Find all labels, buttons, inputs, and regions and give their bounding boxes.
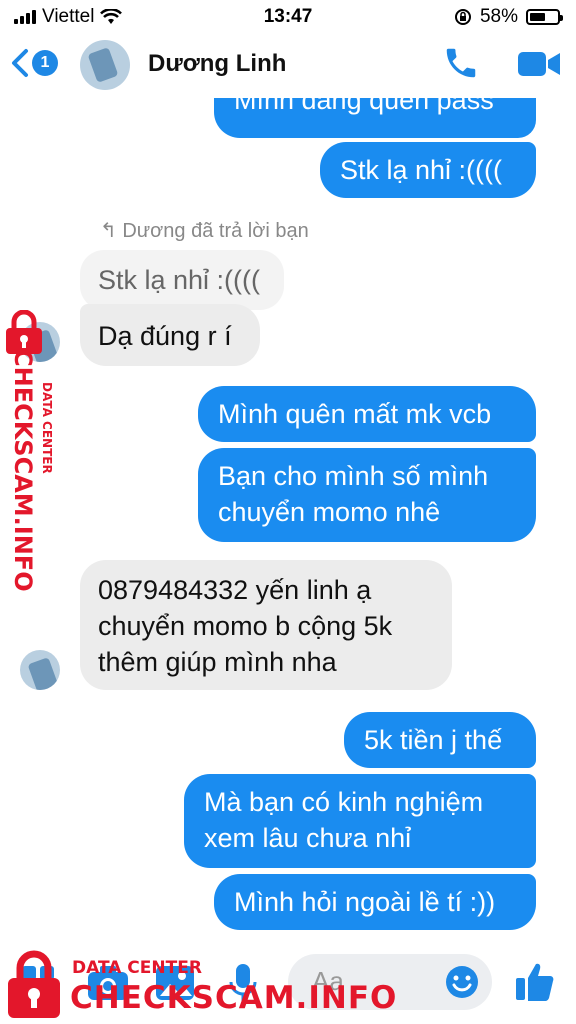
watermark-bottom-line2: CHECKSCAM.INFO	[70, 980, 398, 1016]
watermark-bottom: DATA CENTER CHECKSCAM.INFO	[0, 948, 396, 1024]
quoted-message[interactable]: Stk lạ nhỉ :((((	[80, 250, 284, 310]
message-bubble[interactable]: Mình đang quên pass	[214, 98, 536, 138]
message-line: xem lâu chưa nhỉ	[204, 823, 412, 853]
message-bubble[interactable]: 5k tiền j thế	[344, 712, 536, 768]
message-text: Mình đang quên pass	[234, 98, 494, 115]
message-bubble[interactable]: 0879484332 yến linh ạ chuyển momo b cộng…	[80, 560, 452, 690]
phone-icon[interactable]	[442, 44, 480, 82]
back-chevron-icon	[12, 49, 28, 77]
contact-avatar[interactable]	[80, 40, 130, 90]
back-button[interactable]: 1	[10, 48, 58, 78]
unread-badge: 1	[32, 50, 58, 76]
thumbs-up-icon[interactable]	[514, 960, 556, 1004]
reply-arrow-icon: ↰	[100, 220, 123, 242]
message-line: thêm giúp mình nha	[98, 647, 337, 677]
message-bubble[interactable]: Stk lạ nhỉ :((((	[320, 142, 536, 198]
status-bar: Viettel 13:47 58%	[0, 0, 576, 34]
message-bubble[interactable]: Mà bạn có kinh nghiệm xem lâu chưa nhỉ	[184, 774, 536, 868]
message-bubble[interactable]: Mình quên mất mk vcb	[198, 386, 536, 442]
padlock-icon	[8, 950, 60, 1018]
battery-percent: 58%	[479, 6, 518, 27]
watermark-side-line2: CHECKSCAM.INFO	[9, 349, 37, 592]
message-line: 0879484332 yến linh ạ	[98, 575, 372, 605]
message-line: chuyển momo nhê	[218, 497, 441, 527]
watermark-bottom-line1: DATA CENTER	[72, 958, 202, 978]
message-text: 5k tiền j thế	[364, 725, 503, 755]
message-text: Mình quên mất mk vcb	[218, 399, 492, 429]
message-line: chuyển momo b cộng 5k	[98, 611, 393, 641]
message-text: Dạ đúng r í	[98, 321, 232, 351]
emoji-icon[interactable]	[444, 964, 480, 1000]
watermark-side: CHECKSCAM.INFO DATA CENTER	[2, 310, 68, 600]
reply-note: ↰ Dương đã trả lời bạn	[100, 218, 309, 243]
message-list[interactable]: Mình đang quên pass Stk lạ nhỉ :(((( ↰ D…	[0, 98, 576, 940]
message-bubble[interactable]: Mình hỏi ngoài lề tí :))	[214, 874, 536, 930]
quoted-text: Stk lạ nhỉ :((((	[98, 265, 261, 295]
watermark-side-line1: DATA CENTER	[40, 382, 54, 474]
reply-note-text: Dương đã trả lời bạn	[122, 220, 309, 242]
message-line: Bạn cho mình số mình	[218, 461, 489, 491]
video-call-icon[interactable]	[516, 48, 562, 80]
message-bubble[interactable]: Bạn cho mình số mình chuyển momo nhê	[198, 448, 536, 542]
contact-avatar-small[interactable]	[20, 650, 60, 690]
message-line: Mà bạn có kinh nghiệm	[204, 787, 484, 817]
conversation-header: 1 Dương Linh	[0, 34, 576, 98]
contact-name[interactable]: Dương Linh	[148, 50, 286, 78]
rotation-lock-icon	[454, 9, 471, 25]
message-text: Mình hỏi ngoài lề tí :))	[234, 887, 496, 917]
message-bubble[interactable]: Dạ đúng r í	[80, 304, 260, 366]
battery-icon	[526, 9, 563, 25]
message-text: Stk lạ nhỉ :((((	[340, 155, 503, 185]
